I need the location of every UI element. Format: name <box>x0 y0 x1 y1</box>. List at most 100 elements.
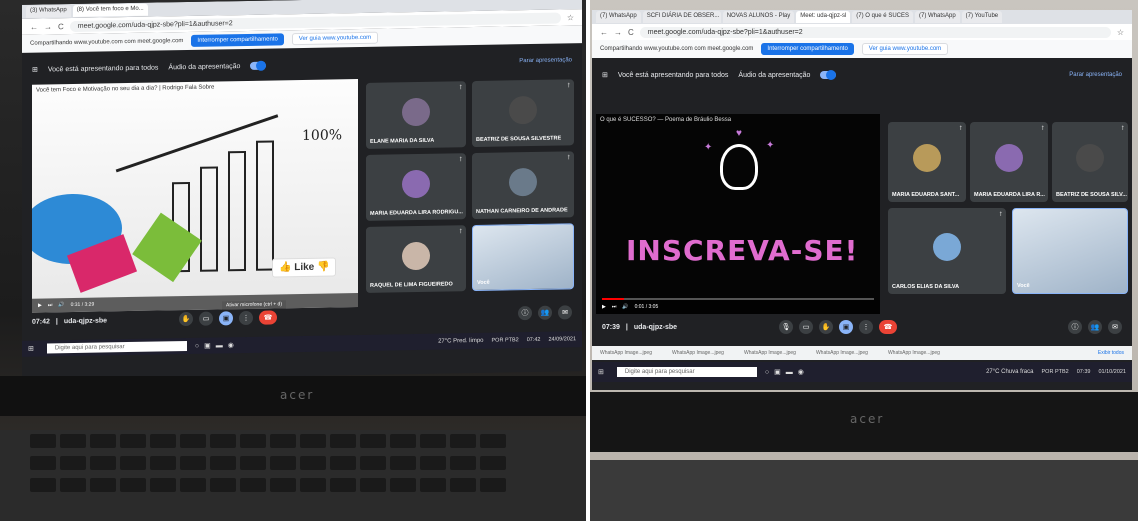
reload-icon[interactable]: C <box>628 28 634 37</box>
end-call-button[interactable]: ☎ <box>259 310 278 325</box>
participant-name: CARLOS ELIAS DA SILVA <box>892 284 960 290</box>
mic-off-icon: ꝉ <box>459 85 462 92</box>
weather-widget[interactable]: 27°C Pred. limpo <box>438 338 483 345</box>
people-icon[interactable]: 👥 <box>1088 320 1102 334</box>
star-icon[interactable]: ☆ <box>567 13 574 22</box>
browser-tab[interactable]: (8) Você tem foco e Mo... <box>72 3 148 18</box>
participant-tile[interactable]: ꝉ RAQUEL DE LIMA FIGUEIREDO <box>366 225 466 293</box>
bar-graphic <box>200 166 218 272</box>
participant-tile[interactable]: ꝉ BEATRIZ DE SOUSA SILVESTRE <box>472 79 574 148</box>
avatar <box>402 97 430 126</box>
language-indicator[interactable]: POR PTB2 <box>492 337 519 343</box>
browser-tabbar: (7) WhatsApp SCFI DIÁRIA DE OBSER... NOV… <box>592 10 1132 24</box>
go-to-tab-button[interactable]: Ver guia www.youtube.com <box>291 31 379 46</box>
share-text: Compartilhando www.youtube.com com meet.… <box>600 46 754 52</box>
present-screen-icon: ⊞ <box>602 72 608 79</box>
taskbar-search[interactable]: Digite aqui para pesquisar <box>616 367 757 377</box>
participant-name: MARIA EDUARDA LIRA RODRIGU... <box>370 209 463 217</box>
more-options-button[interactable]: ⋮ <box>859 320 874 334</box>
play-icon[interactable]: ▶ <box>602 304 606 310</box>
back-icon[interactable]: ← <box>30 22 38 31</box>
chat-icon[interactable]: ✉ <box>1108 320 1122 334</box>
presenting-text: Você está apresentando para todos <box>617 71 729 79</box>
self-view-tile[interactable]: Você <box>472 223 574 292</box>
download-item[interactable]: WhatsApp Image...jpeg <box>816 350 868 356</box>
star-icon[interactable]: ☆ <box>1117 28 1124 37</box>
download-item[interactable]: WhatsApp Image...jpeg <box>888 350 940 356</box>
browser-tab[interactable]: SCFI DIÁRIA DE OBSER... <box>642 11 721 23</box>
downloads-bar: WhatsApp Image...jpeg WhatsApp Image...j… <box>592 346 1132 360</box>
chat-icon[interactable]: ✉ <box>558 305 572 320</box>
self-view-tile[interactable]: Você <box>1012 208 1128 294</box>
stop-presenting-link[interactable]: Parar apresentação <box>519 57 572 64</box>
taskbar-app-icons[interactable]: ○▣▬◉ <box>765 368 809 376</box>
forward-icon[interactable]: → <box>44 22 52 31</box>
download-item[interactable]: WhatsApp Image...jpeg <box>744 350 796 356</box>
taskbar-search[interactable]: Digite aqui para pesquisar <box>46 341 187 354</box>
browser-tab[interactable]: Meet: uda-qjpz-sl <box>796 11 851 23</box>
raise-hand-button[interactable]: ✋ <box>179 311 194 327</box>
raise-hand-button[interactable]: ✋ <box>819 320 834 334</box>
next-icon[interactable]: ⏭ <box>48 302 53 308</box>
browser-tab[interactable]: (7) WhatsApp <box>596 11 641 23</box>
windows-start-icon[interactable]: ⊞ <box>28 345 39 353</box>
mic-button[interactable]: 🎙 <box>779 320 794 334</box>
present-button[interactable]: ▣ <box>839 320 854 334</box>
participant-tile[interactable]: ꝉ MARIA EDUARDA LIRA RODRIGU... <box>366 153 466 221</box>
more-options-button[interactable]: ⋮ <box>239 310 254 326</box>
reload-icon[interactable]: C <box>58 22 64 31</box>
browser-tab[interactable]: (7) WhatsApp <box>914 11 960 23</box>
volume-icon[interactable]: 🔊 <box>622 304 628 310</box>
video-time: 0:01 / 3:05 <box>634 304 659 310</box>
people-icon[interactable]: 👥 <box>538 305 552 320</box>
browser-tab[interactable]: (7) YouTube <box>961 11 1003 23</box>
participant-name: BEATRIZ DE SOUSA SILV... <box>1056 192 1127 198</box>
browser-tab[interactable]: (7) O que é SUCES <box>852 11 913 23</box>
play-icon[interactable]: ▶ <box>38 303 42 309</box>
go-to-tab-button[interactable]: Ver guia www.youtube.com <box>861 43 949 55</box>
stop-sharing-button[interactable]: Interromper compartilhamento <box>191 33 284 47</box>
participant-tile[interactable]: ꝉ ELANE MARIA DA SILVA <box>366 81 466 149</box>
meeting-code: uda-qjpz-sbe <box>633 323 678 331</box>
back-icon[interactable]: ← <box>600 28 608 37</box>
participant-tile[interactable]: ꝉ MARIA EDUARDA SANT... <box>888 122 966 202</box>
present-button[interactable]: ▣ <box>219 311 234 326</box>
key-row <box>0 430 586 452</box>
video-title: O que é SUCESSO? — Poema de Bráulio Bess… <box>600 117 732 123</box>
language-indicator[interactable]: POR PTB2 <box>1042 369 1069 375</box>
captions-button[interactable]: ▭ <box>199 311 214 326</box>
participant-tile[interactable]: ꝉ NATHAN CARNEIRO DE ANDRADE <box>472 151 574 220</box>
download-item[interactable]: WhatsApp Image...jpeg <box>600 350 652 356</box>
url-field[interactable]: meet.google.com/uda-qjpz-sbe?pli=1&authu… <box>639 26 1111 38</box>
laptop-brand: acer <box>280 388 315 402</box>
windows-start-icon[interactable]: ⊞ <box>598 368 609 376</box>
camera-button[interactable]: ▭ <box>799 320 814 334</box>
weather-widget[interactable]: 27°C Chuva fraca <box>986 369 1033 375</box>
windows-taskbar: ⊞ Digite aqui para pesquisar ○▣▬◉ 27°C P… <box>22 331 582 357</box>
end-call-button[interactable]: ☎ <box>879 320 898 334</box>
show-all-link[interactable]: Exibir todos <box>1098 350 1124 356</box>
audio-toggle[interactable] <box>250 61 267 70</box>
forward-icon[interactable]: → <box>614 28 622 37</box>
stop-sharing-button[interactable]: Interromper compartilhamento <box>761 43 854 55</box>
bar-graphic <box>228 150 246 272</box>
participant-tile[interactable]: ꝉ MARIA EDUARDA LIRA R... <box>970 122 1048 202</box>
video-player-controls: ▶ ⏭ 🔊 0:01 / 3:05 <box>596 300 880 314</box>
info-icon[interactable]: ⓘ <box>1068 320 1082 334</box>
avatar <box>509 167 537 197</box>
participant-tile[interactable]: ꝉ CARLOS ELIAS DA SILVA <box>888 208 1006 294</box>
participant-name: ELANE MARIA DA SILVA <box>370 137 435 145</box>
browser-tab[interactable]: (3) WhatsApp <box>26 5 71 18</box>
slide-percent: 100% <box>302 127 343 144</box>
next-icon[interactable]: ⏭ <box>612 304 617 310</box>
stop-presenting-link[interactable]: Parar apresentação <box>1069 72 1122 78</box>
browser-tab[interactable]: NOVAS ALUNOS - Play <box>722 11 795 23</box>
taskbar-app-icons[interactable]: ○▣▬◉ <box>195 341 239 350</box>
download-item[interactable]: WhatsApp Image...jpeg <box>672 350 724 356</box>
audio-toggle[interactable] <box>820 70 837 80</box>
participant-tile[interactable]: ꝉ BEATRIZ DE SOUSA SILV... <box>1052 122 1128 202</box>
info-icon[interactable]: ⓘ <box>518 305 532 321</box>
like-button[interactable]: 👍 Like 👎 <box>272 257 337 278</box>
photo-left: (3) WhatsApp (8) Você tem foco e Mo... ←… <box>0 0 586 521</box>
volume-icon[interactable]: 🔊 <box>58 302 64 308</box>
